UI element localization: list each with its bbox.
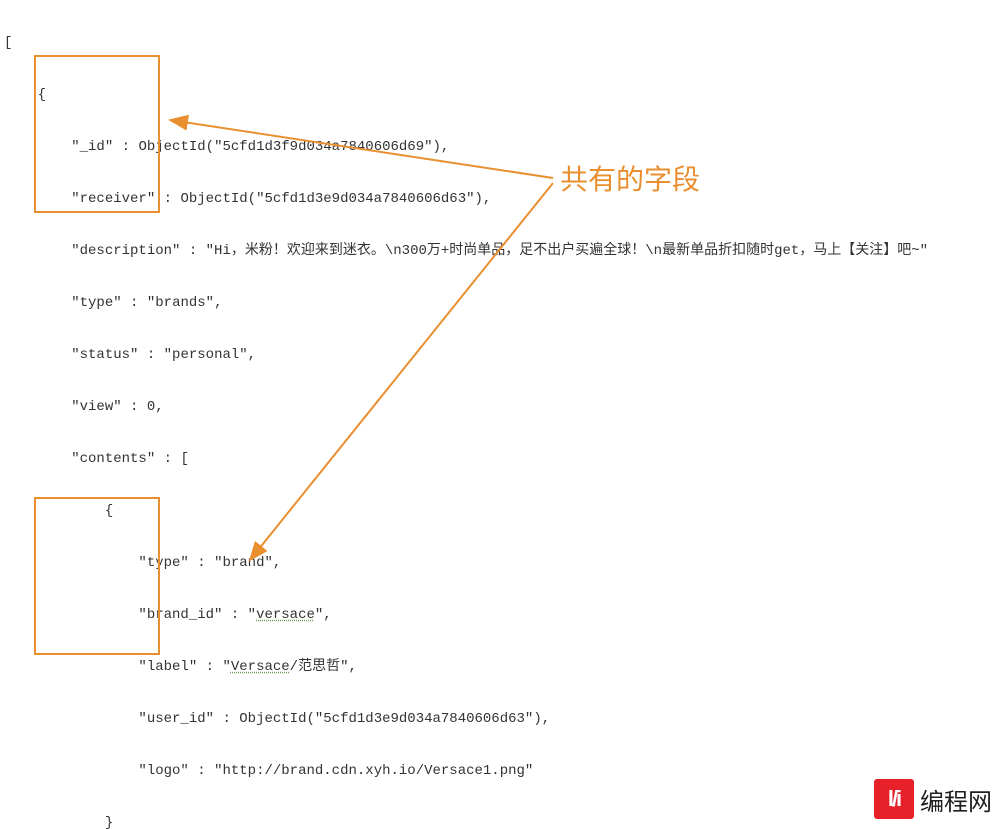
code-line: "view" : 0, [4,394,996,420]
code-line: } [4,810,996,829]
code-line: "brand_id" : "versace", [4,602,996,628]
code-line: "type" : "brand", [4,550,996,576]
code-line: "description" : "Hi，米粉！欢迎来到迷衣。\n300万+时尚单… [4,238,996,264]
annotation-label: 共有的字段 [560,158,700,198]
logo-text: 编程网 [920,782,992,817]
code-line: "label" : "Versace/范思哲", [4,654,996,680]
code-block: [ { "_id" : ObjectId("5cfd1d3f9d034a7840… [0,0,1000,829]
code-line: "receiver" : ObjectId("5cfd1d3e9d034a784… [4,186,996,212]
code-line: "contents" : [ [4,446,996,472]
code-line: "logo" : "http://brand.cdn.xyh.io/Versac… [4,758,996,784]
code-line: { [4,498,996,524]
code-line: "user_id" : ObjectId("5cfd1d3e9d034a7840… [4,706,996,732]
code-line: { [4,82,996,108]
code-line: "status" : "personal", [4,342,996,368]
watermark-logo: l/i 编程网 [874,779,992,819]
code-line: [ [4,30,996,56]
code-line: "_id" : ObjectId("5cfd1d3f9d034a7840606d… [4,134,996,160]
code-line: "type" : "brands", [4,290,996,316]
logo-icon: l/i [874,779,914,819]
